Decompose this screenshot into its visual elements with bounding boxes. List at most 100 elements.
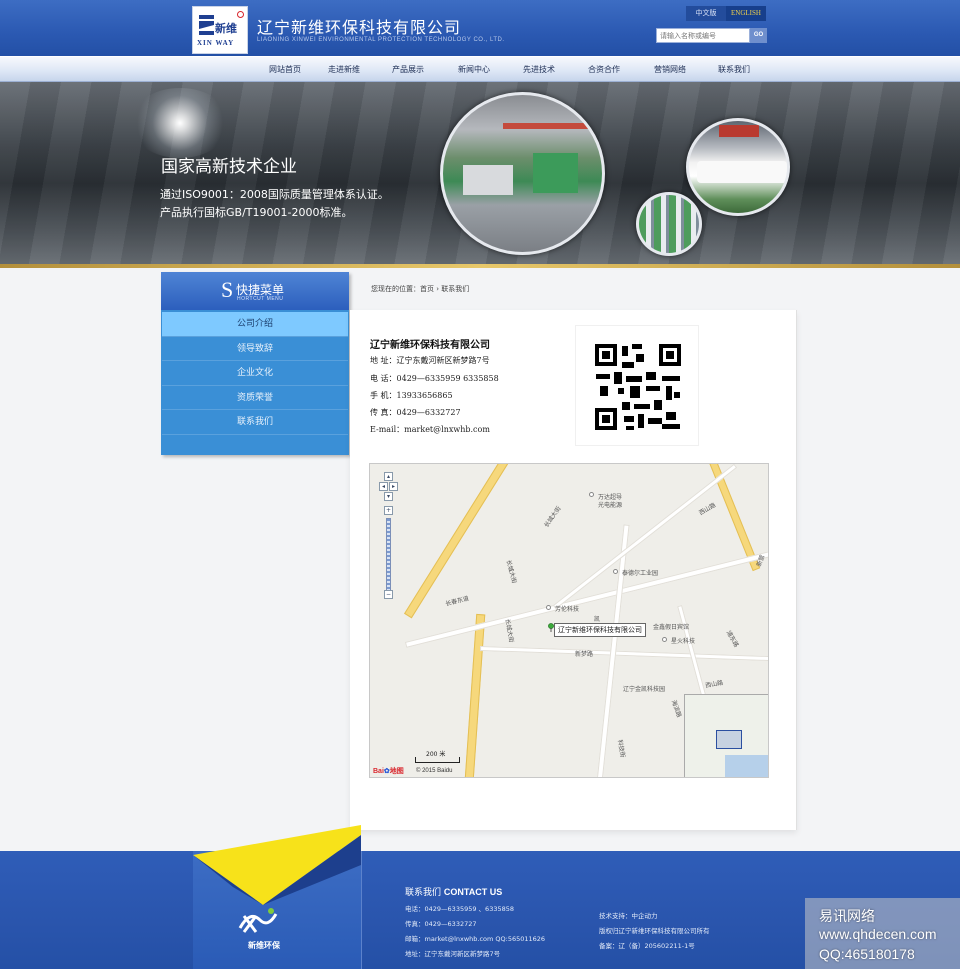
nav-item-products[interactable]: 产品展示 <box>392 57 424 82</box>
map-label: 浦东路 <box>724 629 740 649</box>
map-copyright: © 2015 Baidu <box>416 768 453 774</box>
fabric-roll-photo <box>686 118 790 216</box>
map-scale-bar <box>415 757 460 763</box>
contact-mobile: 手 机：13933656865 <box>370 391 453 400</box>
quick-menu-subtitle: HORTCUT MENU <box>237 296 284 302</box>
map-label: 辽宁金凯科技园 <box>623 686 666 693</box>
map-label: 新梦路 <box>575 651 594 658</box>
breadcrumb: 您现在的位置：首页 › 联系我们 <box>371 285 470 293</box>
nav-item-news[interactable]: 新闻中心 <box>458 57 490 82</box>
logo[interactable]: 新维 XIN WAY <box>192 6 248 54</box>
language-switcher: 中文版 ENGLISH <box>686 6 766 21</box>
contact-email: E-mail：market@lnxwhb.com <box>370 425 490 434</box>
map-pan-down-icon[interactable]: ▾ <box>384 492 393 501</box>
footer-icp[interactable]: 备案：辽（备）205602211-1号 <box>599 940 695 950</box>
footer-logo-area <box>193 825 361 969</box>
map-label: 星火科技 <box>671 638 696 645</box>
footer-ribbon-icon <box>193 825 361 905</box>
quick-menu-item-leader[interactable]: 领导致辞 <box>162 337 348 361</box>
footer-phone: 电话：0429—6335959 、6335858 <box>405 905 515 913</box>
map-pan-up-icon[interactable]: ▴ <box>384 472 393 481</box>
company-name: 辽宁新维环保科技有限公司 <box>257 18 462 37</box>
overview-viewport[interactable] <box>716 730 742 749</box>
map-poi-icon <box>613 569 618 574</box>
quick-menu-item-culture[interactable]: 企业文化 <box>162 361 348 386</box>
map-label: 金鑫假日宾馆 <box>653 624 690 631</box>
map-label: 长城大街 <box>503 618 515 644</box>
map-label: 光电能源 <box>598 502 623 509</box>
lang-english-link[interactable]: ENGLISH <box>726 6 766 21</box>
location-map[interactable]: 长城大街 长城大街 长城大街 长春东道 万达超导 光电能源 西山路 泰德尔工业园… <box>369 463 769 778</box>
map-label: 西山路 <box>704 679 724 690</box>
search-go-button[interactable]: GO <box>750 28 767 43</box>
nav-item-about[interactable]: 走进新维 <box>328 57 360 82</box>
nav-item-marketing[interactable]: 营销网络 <box>654 57 686 82</box>
watermark-qq: QQ:465180178 <box>819 946 915 962</box>
search-input[interactable] <box>656 28 750 43</box>
map-zoom-in-icon[interactable]: + <box>384 506 393 515</box>
footer-brand: 新维环保 <box>248 941 280 950</box>
banner-divider <box>0 264 960 268</box>
footer-email: 邮箱：market@lnxwhb.com QQ:565011626 <box>405 935 546 943</box>
watermark-name: 易讯网络 <box>819 908 875 924</box>
baidu-logo[interactable]: Bai✿地图 <box>373 766 404 776</box>
quick-menu-item-honors[interactable]: 资质荣誉 <box>162 386 348 410</box>
map-zoom-out-icon[interactable]: − <box>384 590 393 599</box>
banner-line-1: 通过ISO9001：2008国际质量管理体系认证。 <box>160 188 389 201</box>
watermark: 易讯网络 www.qhdecen.com QQ:465180178 <box>805 898 960 969</box>
nav-item-contact[interactable]: 联系我们 <box>718 57 750 82</box>
quick-menu-header: S 快捷菜单 HORTCUT MENU <box>161 272 349 310</box>
quick-menu-item-company[interactable]: 公司介绍 <box>162 312 348 337</box>
company-name-en: LIAONING XINWEI ENVIRONMENTAL PROTECTION… <box>257 37 505 43</box>
contact-phone: 电 话：0429—6335959 6335858 <box>370 374 499 383</box>
map-label: 泰德尔工业园 <box>622 570 659 577</box>
footer-support: 技术支持：中企动力 <box>599 912 658 920</box>
map-label: 凯 <box>594 616 601 623</box>
quick-menu: S 快捷菜单 HORTCUT MENU 公司介绍 领导致辞 企业文化 资质荣誉 … <box>161 272 349 455</box>
map-pan-left-icon[interactable]: ◂ <box>379 482 388 491</box>
map-label: 长春东道 <box>444 595 470 608</box>
map-label: 海滨路 <box>669 699 683 719</box>
nav-item-cooperation[interactable]: 合资合作 <box>588 57 620 82</box>
light-flare <box>130 88 230 158</box>
footer-contact-title: 联系我们 CONTACT US <box>405 887 503 898</box>
contact-address: 地 址：辽宁东戴河新区新梦路7号 <box>370 356 490 365</box>
logo-cn-text: 新维 <box>215 22 237 35</box>
banner-line-2: 产品执行国标GB/T19001-2000标准。 <box>160 206 353 219</box>
quick-menu-list: 公司介绍 领导致辞 企业文化 资质荣誉 联系我们 <box>162 312 348 435</box>
map-zoom-slider[interactable] <box>386 518 391 593</box>
site-header: 新维 XIN WAY 辽宁新维环保科技有限公司 LIAONING XINWEI … <box>0 0 960 56</box>
hero-banner: 国家高新技术企业 通过ISO9001：2008国际质量管理体系认证。 产品执行国… <box>0 82 960 267</box>
fabric-stack-photo <box>636 192 702 256</box>
map-marker-label[interactable]: 辽宁新维环保科技有限公司 <box>554 623 646 637</box>
quick-menu-item-contact[interactable]: 联系我们 <box>162 410 348 435</box>
map-overview[interactable] <box>684 694 768 777</box>
nav-item-technology[interactable]: 先进技术 <box>523 57 555 82</box>
lang-chinese-link[interactable]: 中文版 <box>686 6 726 21</box>
footer-logo-icon <box>238 908 278 933</box>
contact-fax: 传 真：0429—6332727 <box>370 408 461 417</box>
footer-address: 地址：辽宁东戴河新区新梦路7号 <box>405 950 501 958</box>
map-poi-icon <box>662 637 667 642</box>
registered-mark-icon <box>237 11 244 18</box>
quick-menu-letter: S <box>221 277 234 302</box>
map-zoom-control: ▴ ◂ ▸ ▾ + − <box>379 472 398 600</box>
contact-company-name: 辽宁新维环保科技有限公司 <box>370 340 490 351</box>
map-label: 长城大街 <box>543 505 563 529</box>
main-nav: 网站首页 走进新维 产品展示 新闻中心 先进技术 合资合作 营销网络 联系我们 <box>0 56 960 82</box>
map-poi-icon <box>589 492 594 497</box>
map-poi-icon <box>546 605 551 610</box>
qr-code-icon <box>575 325 699 446</box>
watermark-url: www.qhdecen.com <box>819 926 937 942</box>
factory-photo-large <box>440 92 605 255</box>
footer-rights: 版权归辽宁新维环保科技有限公司所有 <box>599 927 710 935</box>
map-pan-right-icon[interactable]: ▸ <box>389 482 398 491</box>
nav-item-home[interactable]: 网站首页 <box>269 57 301 82</box>
map-label: 长城大街 <box>504 559 518 585</box>
footer-fax: 传真：0429—6332727 <box>405 920 477 928</box>
map-label: 科技街 <box>616 739 627 759</box>
map-label: 西山路 <box>697 501 718 517</box>
banner-title: 国家高新技术企业 <box>161 157 297 177</box>
logo-en-text: XIN WAY <box>197 39 235 47</box>
map-label: 芳伦科技 <box>555 606 580 613</box>
